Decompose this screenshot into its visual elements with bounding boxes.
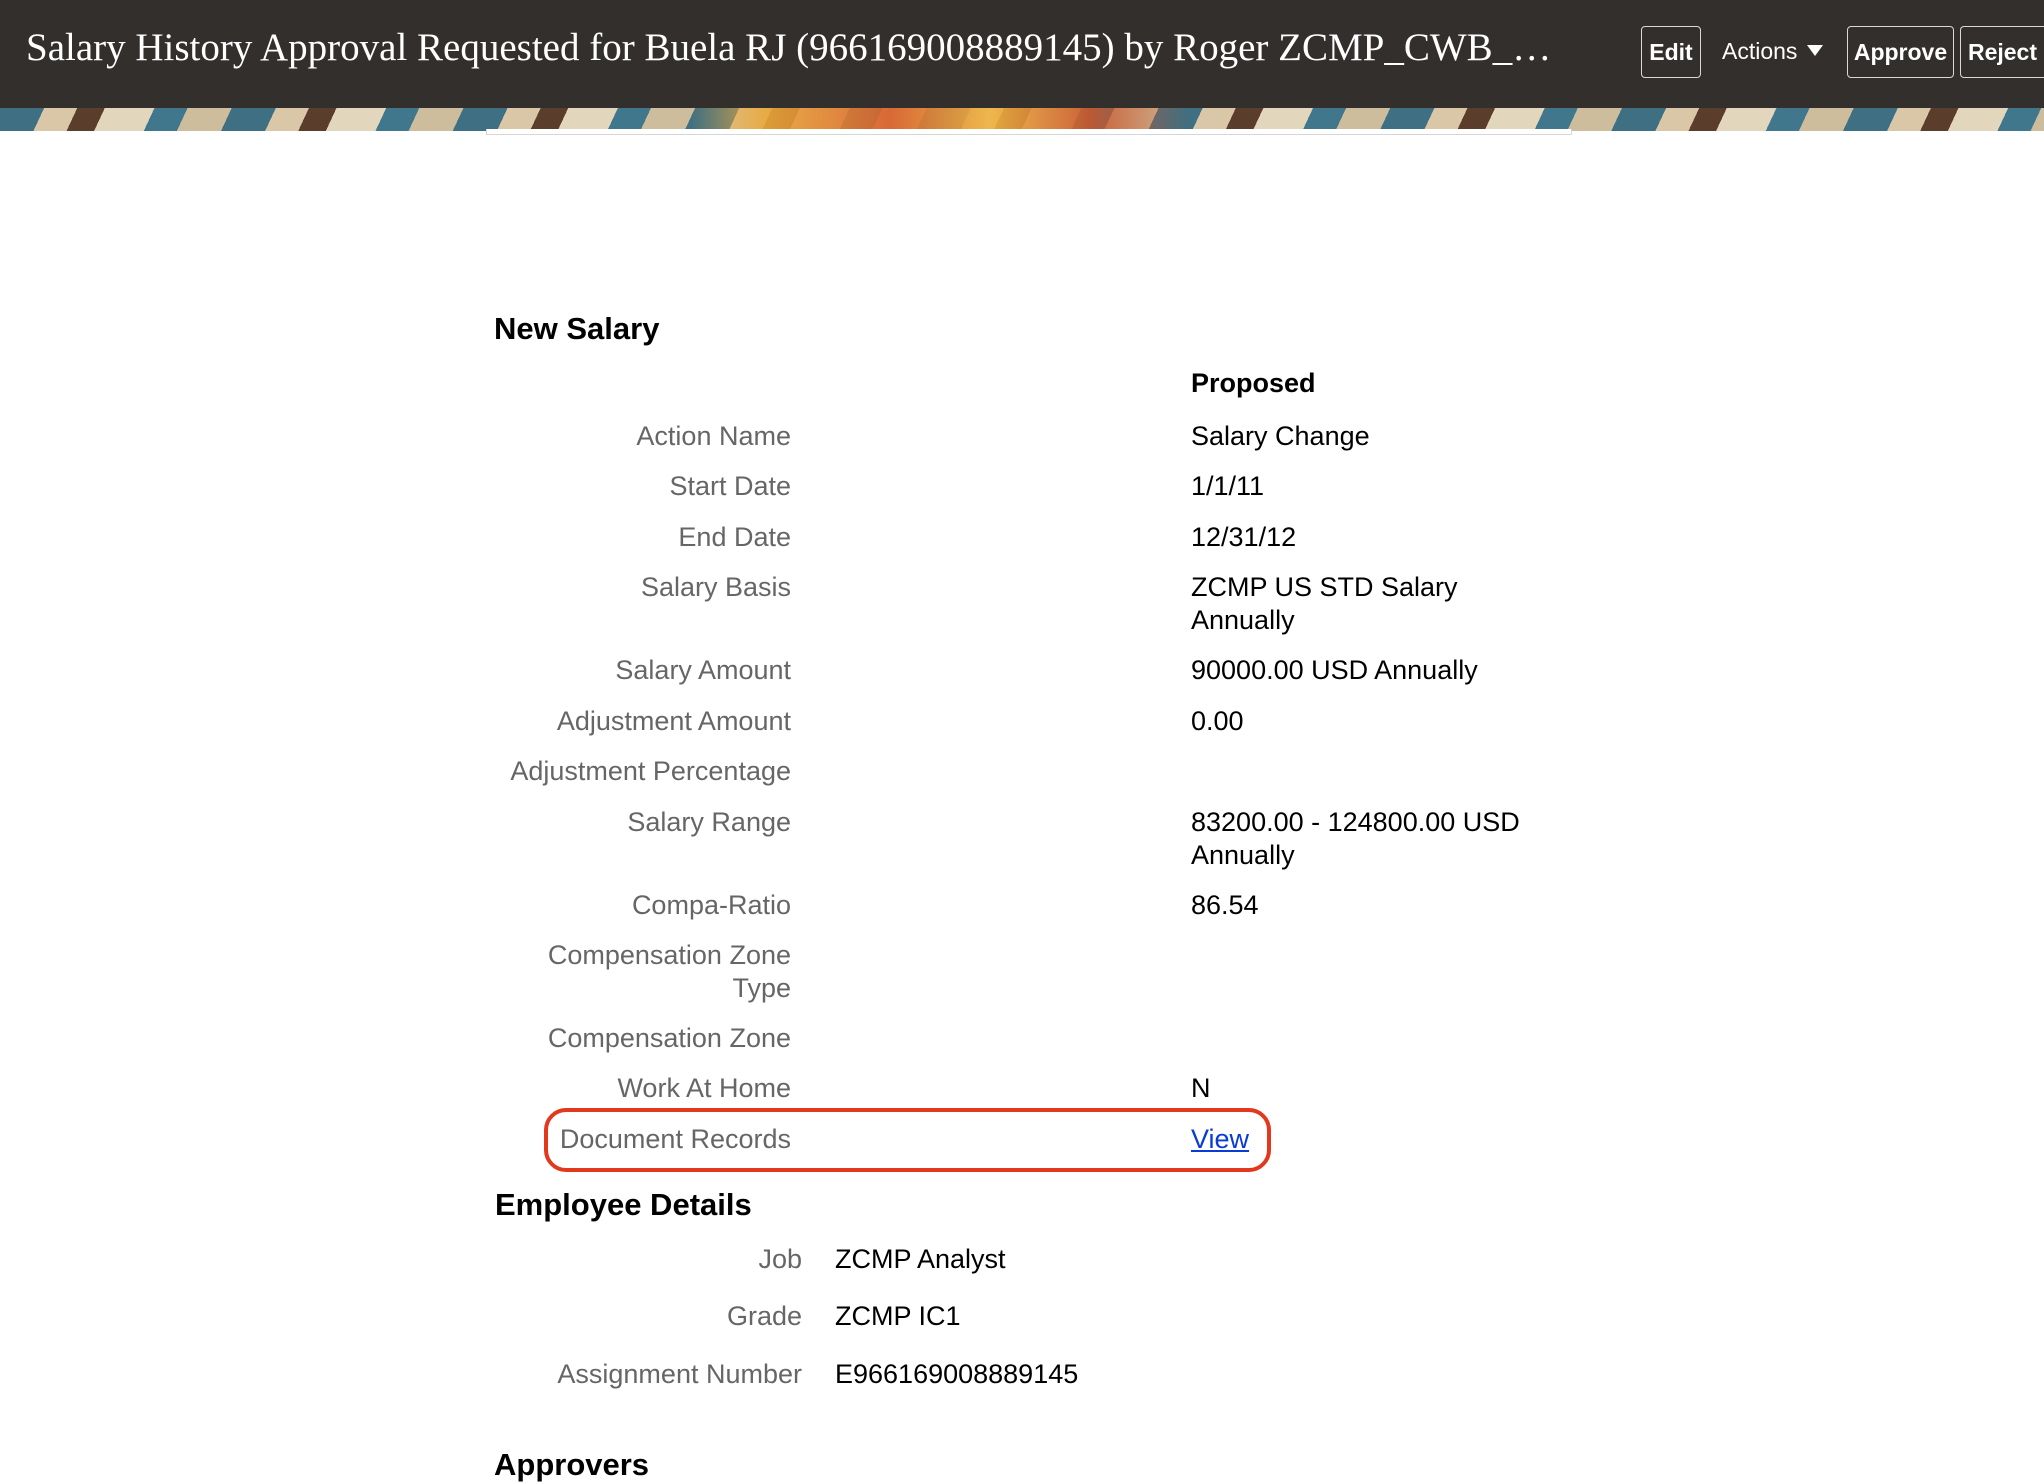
page-title: Salary History Approval Requested for Bu… bbox=[26, 26, 1552, 69]
new-salary-heading: New Salary bbox=[494, 311, 660, 346]
approve-button[interactable]: Approve bbox=[1847, 26, 1954, 78]
approvers-heading: Approvers bbox=[494, 1447, 650, 1482]
compensation-zone-type-label: Compensation Zone Type bbox=[547, 940, 791, 1003]
document-records-value: View bbox=[1191, 1123, 1571, 1156]
actions-menu-label: Actions bbox=[1722, 38, 1798, 64]
adjustment-percentage-label: Adjustment Percentage bbox=[510, 756, 791, 786]
grade-label: Grade bbox=[726, 1301, 802, 1331]
adjustment-amount-label: Adjustment Amount bbox=[556, 706, 791, 736]
actions-menu[interactable]: Actions bbox=[1722, 26, 1824, 78]
grade-value: ZCMP IC1 bbox=[835, 1301, 961, 1331]
caret-down-icon bbox=[1807, 45, 1824, 57]
end-date-label: End Date bbox=[678, 522, 791, 552]
decorative-banner bbox=[0, 108, 2044, 131]
document-records-label: Document Records bbox=[559, 1124, 791, 1154]
salary-amount-label: Salary Amount bbox=[615, 655, 791, 685]
assignment-number-label: Assignment Number bbox=[557, 1359, 802, 1389]
banner-accent bbox=[690, 108, 1190, 131]
panel-edge bbox=[486, 129, 1572, 135]
compa-ratio-value: 86.54 bbox=[1191, 890, 1259, 920]
salary-range-value: 83200.00 - 124800.00 USD Annually bbox=[1191, 807, 1520, 870]
action-name-value: Salary Change bbox=[1191, 421, 1370, 451]
employee-details-heading: Employee Details bbox=[495, 1187, 752, 1222]
compa-ratio-label: Compa-Ratio bbox=[631, 890, 791, 920]
start-date-label: Start Date bbox=[669, 471, 791, 501]
edit-button[interactable]: Edit bbox=[1641, 26, 1701, 78]
work-at-home-value: N bbox=[1191, 1073, 1211, 1103]
end-date-value: 12/31/12 bbox=[1191, 522, 1297, 552]
adjustment-amount-value: 0.00 bbox=[1191, 706, 1244, 736]
action-name-label: Action Name bbox=[636, 421, 791, 451]
assignment-number-value: E966169008889145 bbox=[835, 1359, 1079, 1389]
salary-basis-label: Salary Basis bbox=[640, 572, 791, 602]
salary-basis-value: ZCMP US STD Salary Annually bbox=[1191, 572, 1458, 635]
salary-range-label: Salary Range bbox=[627, 807, 791, 837]
reject-button[interactable]: Reject bbox=[1960, 26, 2044, 78]
compensation-zone-label: Compensation Zone bbox=[547, 1023, 791, 1053]
start-date-value: 1/1/11 bbox=[1191, 471, 1265, 501]
job-value: ZCMP Analyst bbox=[835, 1244, 1006, 1274]
job-label: Job bbox=[758, 1244, 802, 1274]
document-records-view-link[interactable]: View bbox=[1191, 1124, 1249, 1154]
work-at-home-label: Work At Home bbox=[617, 1073, 791, 1103]
page-header: Salary History Approval Requested for Bu… bbox=[0, 0, 2044, 108]
proposed-column-header: Proposed bbox=[1191, 368, 1316, 398]
salary-amount-value: 90000.00 USD Annually bbox=[1191, 655, 1478, 685]
